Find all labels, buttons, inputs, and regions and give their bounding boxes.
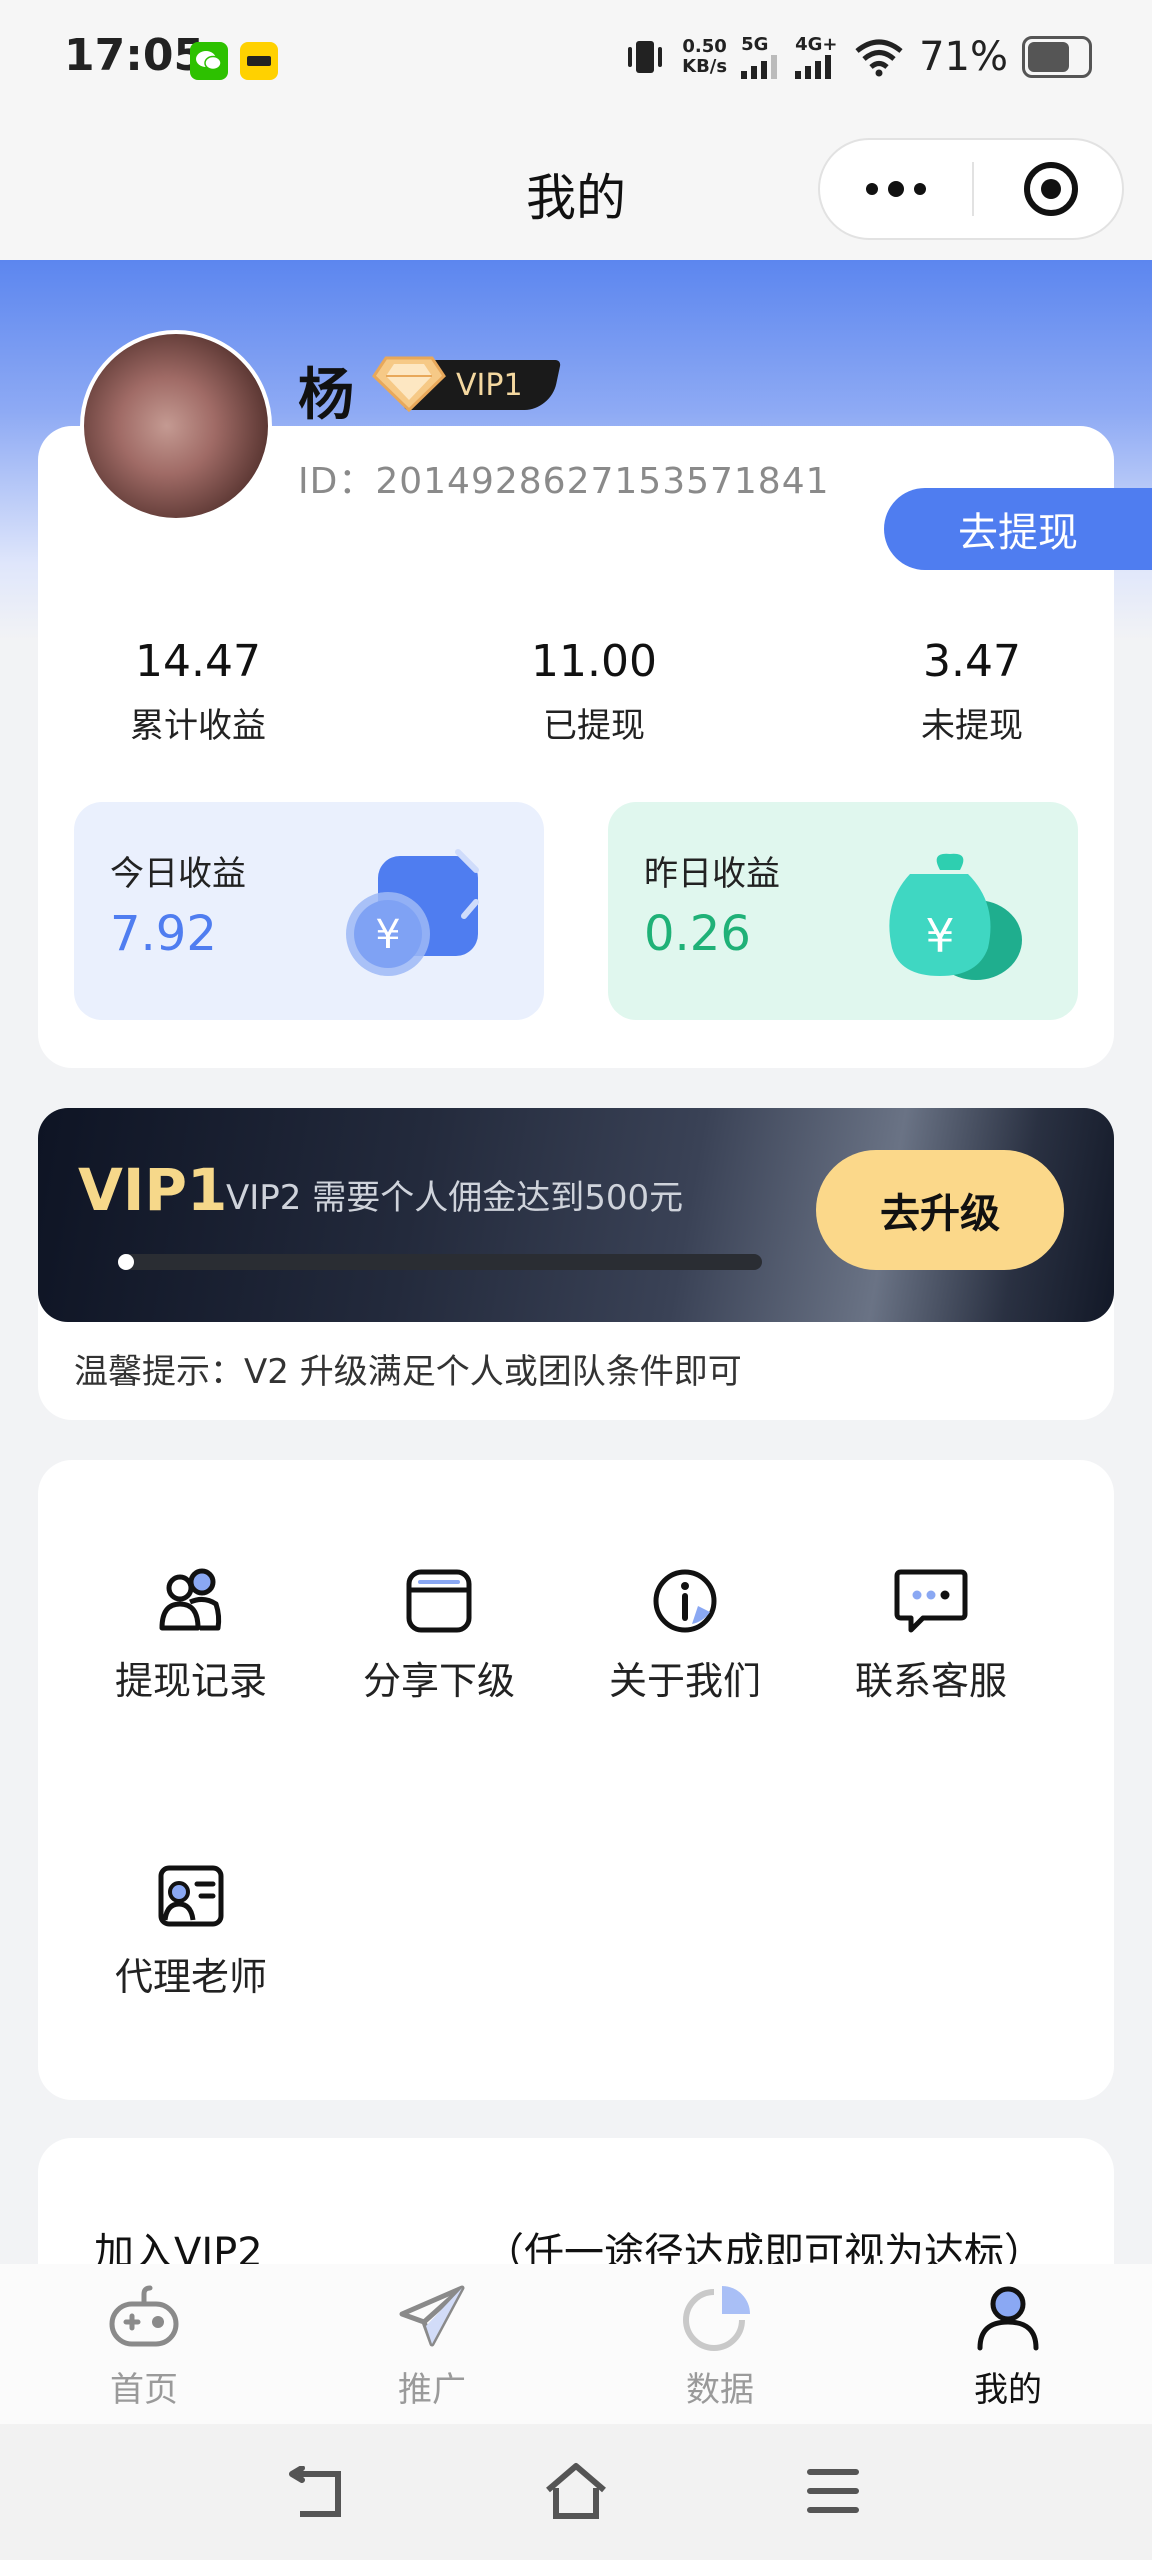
menu-label: 关于我们 [608, 1659, 761, 1703]
wifi-icon [855, 39, 903, 77]
commission-progress [118, 1254, 762, 1270]
close-miniprogram-button[interactable] [996, 152, 1106, 226]
yesterday-earnings-value: 0.26 [644, 906, 751, 962]
wallet-icon [406, 1569, 472, 1633]
info-icon [653, 1569, 717, 1633]
chat-icon [894, 1569, 968, 1633]
battery-icon [1022, 36, 1092, 78]
battery-percent: 71% [919, 34, 1008, 80]
menu-icon[interactable] [806, 2466, 860, 2516]
wallet-coin-icon: ¥ [346, 849, 479, 976]
user-id: ID：2014928627153571841 [298, 461, 830, 502]
money-bag-icon: ¥ [889, 853, 1022, 980]
tab-label: 我的 [974, 2370, 1042, 2410]
menu-label: 联系客服 [854, 1659, 1007, 1703]
vip-badge-label: VIP1 [456, 368, 523, 403]
tab-data[interactable]: 数据 [620, 2282, 820, 2411]
menu-share-subordinate[interactable]: 分享下级 [324, 1566, 554, 1705]
tab-label: 推广 [398, 2370, 466, 2410]
tab-promote[interactable]: 推广 [332, 2282, 532, 2411]
wechat-icon [190, 42, 228, 80]
target-icon [1024, 162, 1078, 216]
avatar[interactable] [80, 330, 272, 522]
upgrade-tip: 温馨提示：V2 升级满足个人或团队条件即可 [74, 1352, 742, 1392]
diamond-icon [372, 356, 446, 413]
gamepad-icon [109, 2285, 179, 2347]
yesterday-earnings-label: 昨日收益 [644, 854, 780, 894]
unwithdrawn-label: 未提现 [921, 706, 1023, 746]
more-dots-icon [866, 181, 926, 197]
vip-requirement: VIP2 需要个人佣金达到500元 [226, 1178, 684, 1218]
total-earnings-value: 14.47 [135, 636, 261, 687]
tab-mine[interactable]: 我的 [908, 2282, 1108, 2411]
signal-4g-icon [795, 55, 832, 79]
signal-4g: 4G+ [795, 35, 839, 79]
back-icon[interactable] [286, 2466, 350, 2522]
signal-5g: 5G [741, 35, 781, 79]
tab-label: 首页 [110, 2370, 178, 2410]
user-icon [977, 2286, 1039, 2351]
menu-agent-teacher[interactable]: 代理老师 [76, 1862, 306, 2001]
status-indicators: 0.50 KB/s 5G 4G+ 71% [622, 34, 1092, 80]
today-earnings-value: 7.92 [110, 906, 217, 962]
today-earnings-label: 今日收益 [110, 854, 246, 894]
status-time: 17:05 [64, 30, 205, 81]
upgrade-button[interactable]: 去升级 [816, 1150, 1064, 1270]
menu-card [38, 1460, 1114, 2100]
withdrawn-label: 已提现 [543, 706, 645, 746]
tab-label: 数据 [686, 2370, 754, 2410]
teacher-icon [158, 1865, 224, 1927]
capsule-divider [972, 162, 974, 216]
menu-label: 提现记录 [114, 1659, 267, 1703]
unwithdrawn-value: 3.47 [923, 636, 1021, 687]
menu-label: 代理老师 [114, 1955, 267, 1999]
menu-contact-service[interactable]: 联系客服 [816, 1566, 1046, 1705]
send-icon [399, 2285, 465, 2347]
net-speed: 0.50 KB/s [682, 36, 728, 77]
more-button[interactable] [840, 152, 952, 226]
menu-withdraw-records[interactable]: 提现记录 [76, 1566, 306, 1705]
svg-text:¥: ¥ [925, 909, 954, 963]
vibrate-icon [628, 41, 663, 73]
withdraw-button[interactable]: 去提现 [884, 488, 1152, 570]
tab-home[interactable]: 首页 [44, 2282, 244, 2411]
current-vip-level: VIP1 [78, 1156, 228, 1224]
pie-chart-icon [683, 2286, 750, 2351]
svg-text:¥: ¥ [375, 912, 400, 958]
total-earnings-label: 累计收益 [130, 706, 266, 746]
home-icon[interactable] [542, 2460, 610, 2522]
meituan-icon [240, 42, 278, 80]
withdrawn-value: 11.00 [531, 636, 657, 687]
signal-5g-icon [741, 55, 778, 79]
user-name: 杨 [298, 363, 354, 428]
users-icon [159, 1568, 222, 1631]
menu-label: 分享下级 [362, 1659, 515, 1703]
menu-about-us[interactable]: 关于我们 [570, 1566, 800, 1705]
